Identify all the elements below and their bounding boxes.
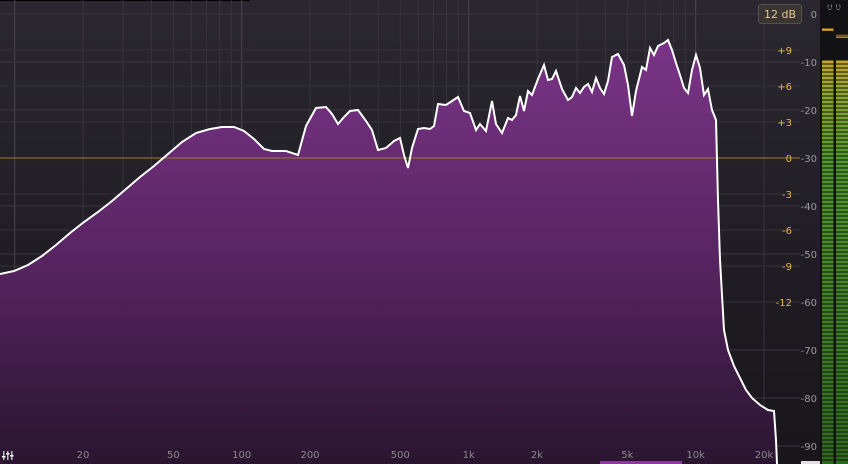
frequency-label: 200 xyxy=(300,450,319,461)
db-scale-label: -80 xyxy=(801,394,817,405)
range-button[interactable]: 12 dB xyxy=(758,4,802,24)
db-scale-label: -20 xyxy=(801,106,817,117)
frequency-label: 500 xyxy=(391,450,410,461)
frequency-label: 2k xyxy=(531,450,543,461)
db-scale-label: -70 xyxy=(801,346,817,357)
frequency-label: 100 xyxy=(232,450,251,461)
spectrum-analyzer[interactable]: +9 +6 +3 0 -3 -6 -9 -12 0 -10 -20 -30 -40 -50 -60 -70 -… xyxy=(0,0,848,464)
level-meter: 0.0 xyxy=(820,0,848,464)
db-scale-label: -10 xyxy=(801,58,817,69)
frequency-label: 5k xyxy=(621,450,633,461)
eq-scale-label: -6 xyxy=(782,226,792,237)
db-scale-label: -50 xyxy=(801,250,817,261)
db-scale-label: -30 xyxy=(801,154,817,165)
db-scale-label: -60 xyxy=(801,298,817,309)
meter-right-bar xyxy=(836,60,848,464)
eq-scale-label: -9 xyxy=(782,262,792,273)
db-scale-label: 0 xyxy=(811,10,817,21)
eq-scale-label: -3 xyxy=(782,190,792,201)
settings-icon[interactable] xyxy=(2,449,14,461)
meter-left-bar xyxy=(822,60,834,464)
eq-scale-label: -12 xyxy=(776,298,792,309)
frequency-label: 20 xyxy=(77,450,90,461)
frequency-label: 1k xyxy=(463,450,475,461)
eq-scale-label: +9 xyxy=(777,46,792,57)
frequency-label: 50 xyxy=(167,450,180,461)
eq-scale-label: +6 xyxy=(777,82,792,93)
frequency-label: 20k xyxy=(755,450,774,461)
eq-scale-label: +3 xyxy=(777,118,792,129)
db-scale-label: -90 xyxy=(801,442,817,453)
db-scale-label: -40 xyxy=(801,202,817,213)
eq-scale-label: 0 xyxy=(786,154,792,165)
frequency-label: 10k xyxy=(686,450,705,461)
